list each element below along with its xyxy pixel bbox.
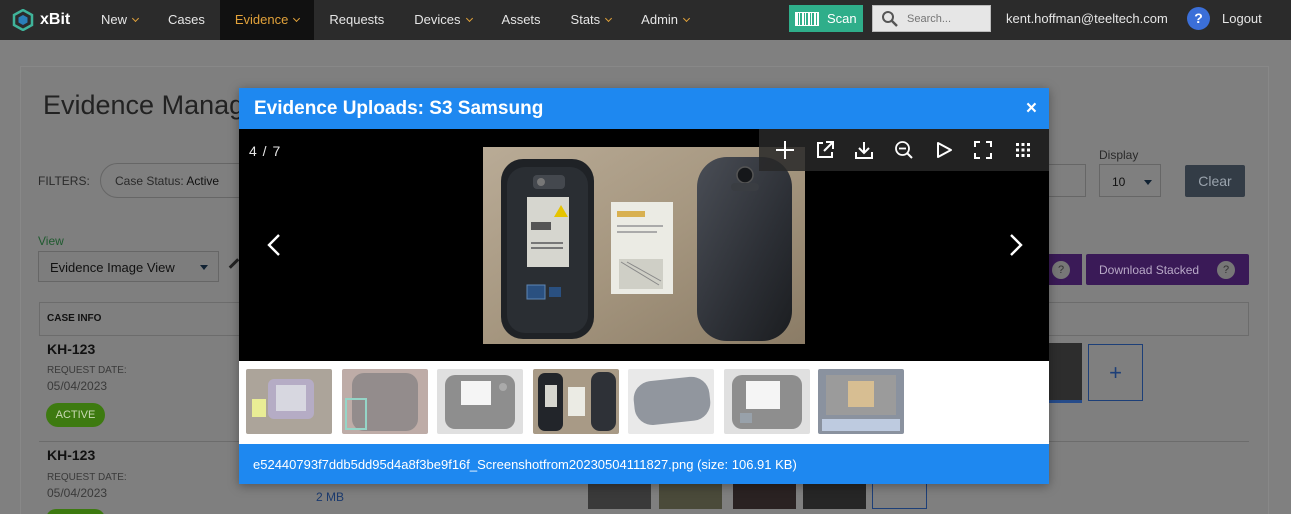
open-new-window-icon[interactable] <box>810 135 840 165</box>
brand-name: xBit <box>40 11 71 28</box>
case-id[interactable]: KH-123 <box>47 447 95 463</box>
chevron-down-icon <box>605 14 613 22</box>
thumbnail-image[interactable] <box>818 369 904 434</box>
evidence-thumbnail[interactable] <box>733 484 796 509</box>
download-icon[interactable] <box>849 135 879 165</box>
image-viewer: 4 / 7 <box>239 129 1049 361</box>
status-badge: ACTIVE <box>46 403 105 427</box>
previous-image-chevron-icon[interactable] <box>265 233 285 257</box>
logout-link[interactable]: Logout <box>1222 11 1262 26</box>
thumbnail-image[interactable] <box>437 369 523 434</box>
view-select-value: Evidence Image View <box>50 260 175 275</box>
request-date-label: REQUEST DATE: <box>47 472 127 483</box>
filter-chip-key: Case Status: <box>115 174 184 188</box>
barcode-icon <box>795 11 819 26</box>
view-label: View <box>38 234 64 248</box>
viewer-toolbar <box>759 129 1049 171</box>
request-date: 05/04/2023 <box>47 486 108 500</box>
main-evidence-photo[interactable] <box>483 147 805 344</box>
request-date: 05/04/2023 <box>47 379 108 393</box>
nav-item-label: Assets <box>501 12 541 27</box>
nav-item-label: New <box>101 12 128 27</box>
thumbnail-strip <box>239 361 1049 444</box>
case-id[interactable]: KH-123 <box>47 341 95 357</box>
evidence-thumbnail[interactable] <box>1049 343 1082 403</box>
fullscreen-icon[interactable] <box>968 135 998 165</box>
case-status-filter-chip[interactable]: Case Status: Active <box>100 163 260 198</box>
scan-label: Scan <box>827 11 857 26</box>
chevron-down-icon <box>293 14 301 22</box>
thumbnail-image-current[interactable] <box>533 369 619 434</box>
download-stacked-label: Download Stacked <box>1099 263 1200 277</box>
view-select[interactable]: Evidence Image View <box>38 251 219 282</box>
filters-label: FILTERS: <box>38 174 90 188</box>
dropdown-triangle-icon <box>200 265 208 270</box>
nav-item-label: Evidence <box>234 12 289 27</box>
thumbnail-image[interactable] <box>246 369 332 434</box>
nav-item-stats[interactable]: Stats <box>556 0 627 40</box>
nav-item-evidence[interactable]: Evidence <box>219 0 315 40</box>
nav-item-label: Requests <box>329 12 385 27</box>
evidence-thumbnail[interactable] <box>803 484 866 509</box>
search-input[interactable] <box>907 12 987 25</box>
add-evidence-button[interactable]: + <box>1088 344 1143 401</box>
nav-item-label: Devices <box>414 12 461 27</box>
scan-button[interactable]: Scan <box>789 5 863 32</box>
phone-photo-image <box>483 147 805 344</box>
download-stacked-button[interactable]: Download Stacked ? <box>1086 254 1249 285</box>
file-size: 2 MB <box>316 490 345 504</box>
nav-item-new[interactable]: New <box>86 0 153 40</box>
case-info-column-header: CASE INFO <box>47 313 102 324</box>
filter-input[interactable] <box>1049 164 1086 197</box>
nav-item-label: Cases <box>168 12 205 27</box>
nav-item-devices[interactable]: Devices <box>399 0 486 40</box>
modal-title: Evidence Uploads: S3 Samsung <box>254 98 544 119</box>
display-count-select[interactable]: 10 <box>1099 164 1161 197</box>
nav-item-label: Admin <box>641 12 679 27</box>
main-menu: New Cases Evidence Requests Devices Assets Sta… <box>86 0 704 40</box>
slideshow-play-icon[interactable] <box>929 135 959 165</box>
thumbnail-image[interactable] <box>342 369 428 434</box>
nav-item-requests[interactable]: Requests <box>314 0 399 40</box>
zoom-out-icon[interactable] <box>889 135 919 165</box>
thumbnail-image[interactable] <box>724 369 810 434</box>
nav-item-cases[interactable]: Cases <box>153 0 220 40</box>
evidence-thumbnail[interactable] <box>659 484 722 509</box>
evidence-uploads-modal: Evidence Uploads: S3 Samsung × 4 / 7 e52… <box>239 88 1049 484</box>
page-title: Evidence Manag <box>43 90 245 120</box>
next-image-chevron-icon[interactable] <box>1005 233 1025 257</box>
chevron-down-icon <box>465 14 473 22</box>
clear-button[interactable]: Clear <box>1185 165 1245 197</box>
close-icon[interactable]: × <box>1026 98 1037 120</box>
thumbnails-grid-icon[interactable] <box>1008 135 1038 165</box>
download-button[interactable]: ? <box>1049 254 1082 285</box>
nav-item-label: Stats <box>570 12 601 27</box>
modal-header: Evidence Uploads: S3 Samsung × <box>239 88 1049 129</box>
user-email[interactable]: kent.hoffman@teeltech.com <box>1006 11 1168 26</box>
dropdown-triangle-icon <box>1144 180 1152 185</box>
chevron-down-icon <box>682 14 691 22</box>
search-icon <box>882 10 898 27</box>
image-caption: e52440793f7ddb5dd95d4a8f3be9f16f_Screens… <box>239 444 1049 484</box>
brand-logo[interactable]: xBit <box>0 9 86 31</box>
help-icon[interactable]: ? <box>1052 261 1070 279</box>
filter-chip-value: Active <box>186 174 220 188</box>
add-evidence-button[interactable] <box>872 484 927 509</box>
help-icon[interactable]: ? <box>1217 261 1235 279</box>
chevron-down-icon <box>131 14 140 22</box>
request-date-label: REQUEST DATE: <box>47 365 127 376</box>
search-box[interactable] <box>872 5 991 32</box>
display-label: Display <box>1099 148 1139 162</box>
display-count-value: 10 <box>1112 175 1126 189</box>
image-counter: 4 / 7 <box>249 143 282 159</box>
nav-item-assets[interactable]: Assets <box>487 0 556 40</box>
status-badge <box>46 509 105 514</box>
thumbnail-image[interactable] <box>628 369 714 434</box>
zoom-in-icon[interactable] <box>770 135 800 165</box>
brand-hex-icon <box>12 9 34 31</box>
help-icon[interactable]: ? <box>1187 7 1210 30</box>
evidence-thumbnail[interactable] <box>588 484 651 509</box>
nav-item-admin[interactable]: Admin <box>626 0 704 40</box>
